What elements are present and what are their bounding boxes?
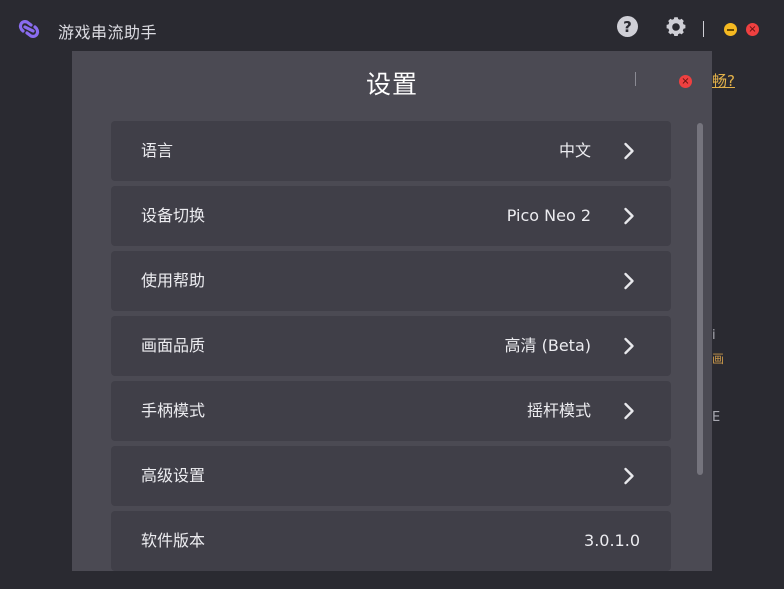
setting-controller-mode[interactable]: 手柄模式 摇杆模式 <box>111 381 671 441</box>
setting-value: 摇杆模式 <box>526 401 591 420</box>
link-chain-icon <box>18 20 40 38</box>
setting-label: 设备切换 <box>141 206 206 225</box>
scrollbar-thumb[interactable] <box>697 123 703 475</box>
setting-label: 软件版本 <box>141 531 206 550</box>
settings-dialog: 设置 × 语言 中文 设备切换 Pico Neo 2 使用帮助 画面品质 高清 … <box>72 51 712 571</box>
chevron-right-icon <box>624 402 634 420</box>
setting-help[interactable]: 使用帮助 <box>111 251 671 311</box>
gear-icon[interactable] <box>664 15 688 39</box>
setting-language[interactable]: 语言 中文 <box>111 121 671 181</box>
title-bar: 游戏串流助手 ? × <box>0 0 784 56</box>
background-text: 画 <box>712 352 725 366</box>
chevron-right-icon <box>624 207 634 225</box>
background-text: E <box>712 410 721 425</box>
title-divider <box>703 21 704 37</box>
dialog-title: 设置 <box>365 70 418 99</box>
app-title: 游戏串流助手 <box>58 23 158 42</box>
setting-label: 语言 <box>141 141 174 160</box>
version-value: 3.0.1.0 <box>584 531 640 550</box>
help-button[interactable]: ? <box>617 16 638 37</box>
minimize-button[interactable] <box>724 23 737 36</box>
chevron-right-icon <box>624 337 634 355</box>
setting-value: Pico Neo 2 <box>506 206 591 225</box>
dialog-close-button[interactable]: × <box>679 75 692 88</box>
setting-label: 画面品质 <box>141 336 206 355</box>
chevron-right-icon <box>624 142 634 160</box>
background-link[interactable]: 畅? <box>712 70 735 91</box>
setting-label: 高级设置 <box>141 466 206 485</box>
setting-label: 使用帮助 <box>141 271 206 290</box>
setting-device-switch[interactable]: 设备切换 Pico Neo 2 <box>111 186 671 246</box>
setting-advanced[interactable]: 高级设置 <box>111 446 671 506</box>
setting-value: 高清 (Beta) <box>504 336 591 355</box>
settings-list: 语言 中文 设备切换 Pico Neo 2 使用帮助 画面品质 高清 (Beta… <box>111 121 671 571</box>
setting-label: 手柄模式 <box>141 401 206 420</box>
window-close-button[interactable]: × <box>746 23 759 36</box>
window-controls: ? × <box>584 0 784 56</box>
dialog-divider <box>635 72 636 86</box>
setting-picture-quality[interactable]: 画面品质 高清 (Beta) <box>111 316 671 376</box>
background-text: i <box>712 328 716 343</box>
setting-software-version: 软件版本 3.0.1.0 <box>111 511 671 571</box>
chevron-right-icon <box>624 467 634 485</box>
setting-value: 中文 <box>558 141 591 160</box>
chevron-right-icon <box>624 272 634 290</box>
